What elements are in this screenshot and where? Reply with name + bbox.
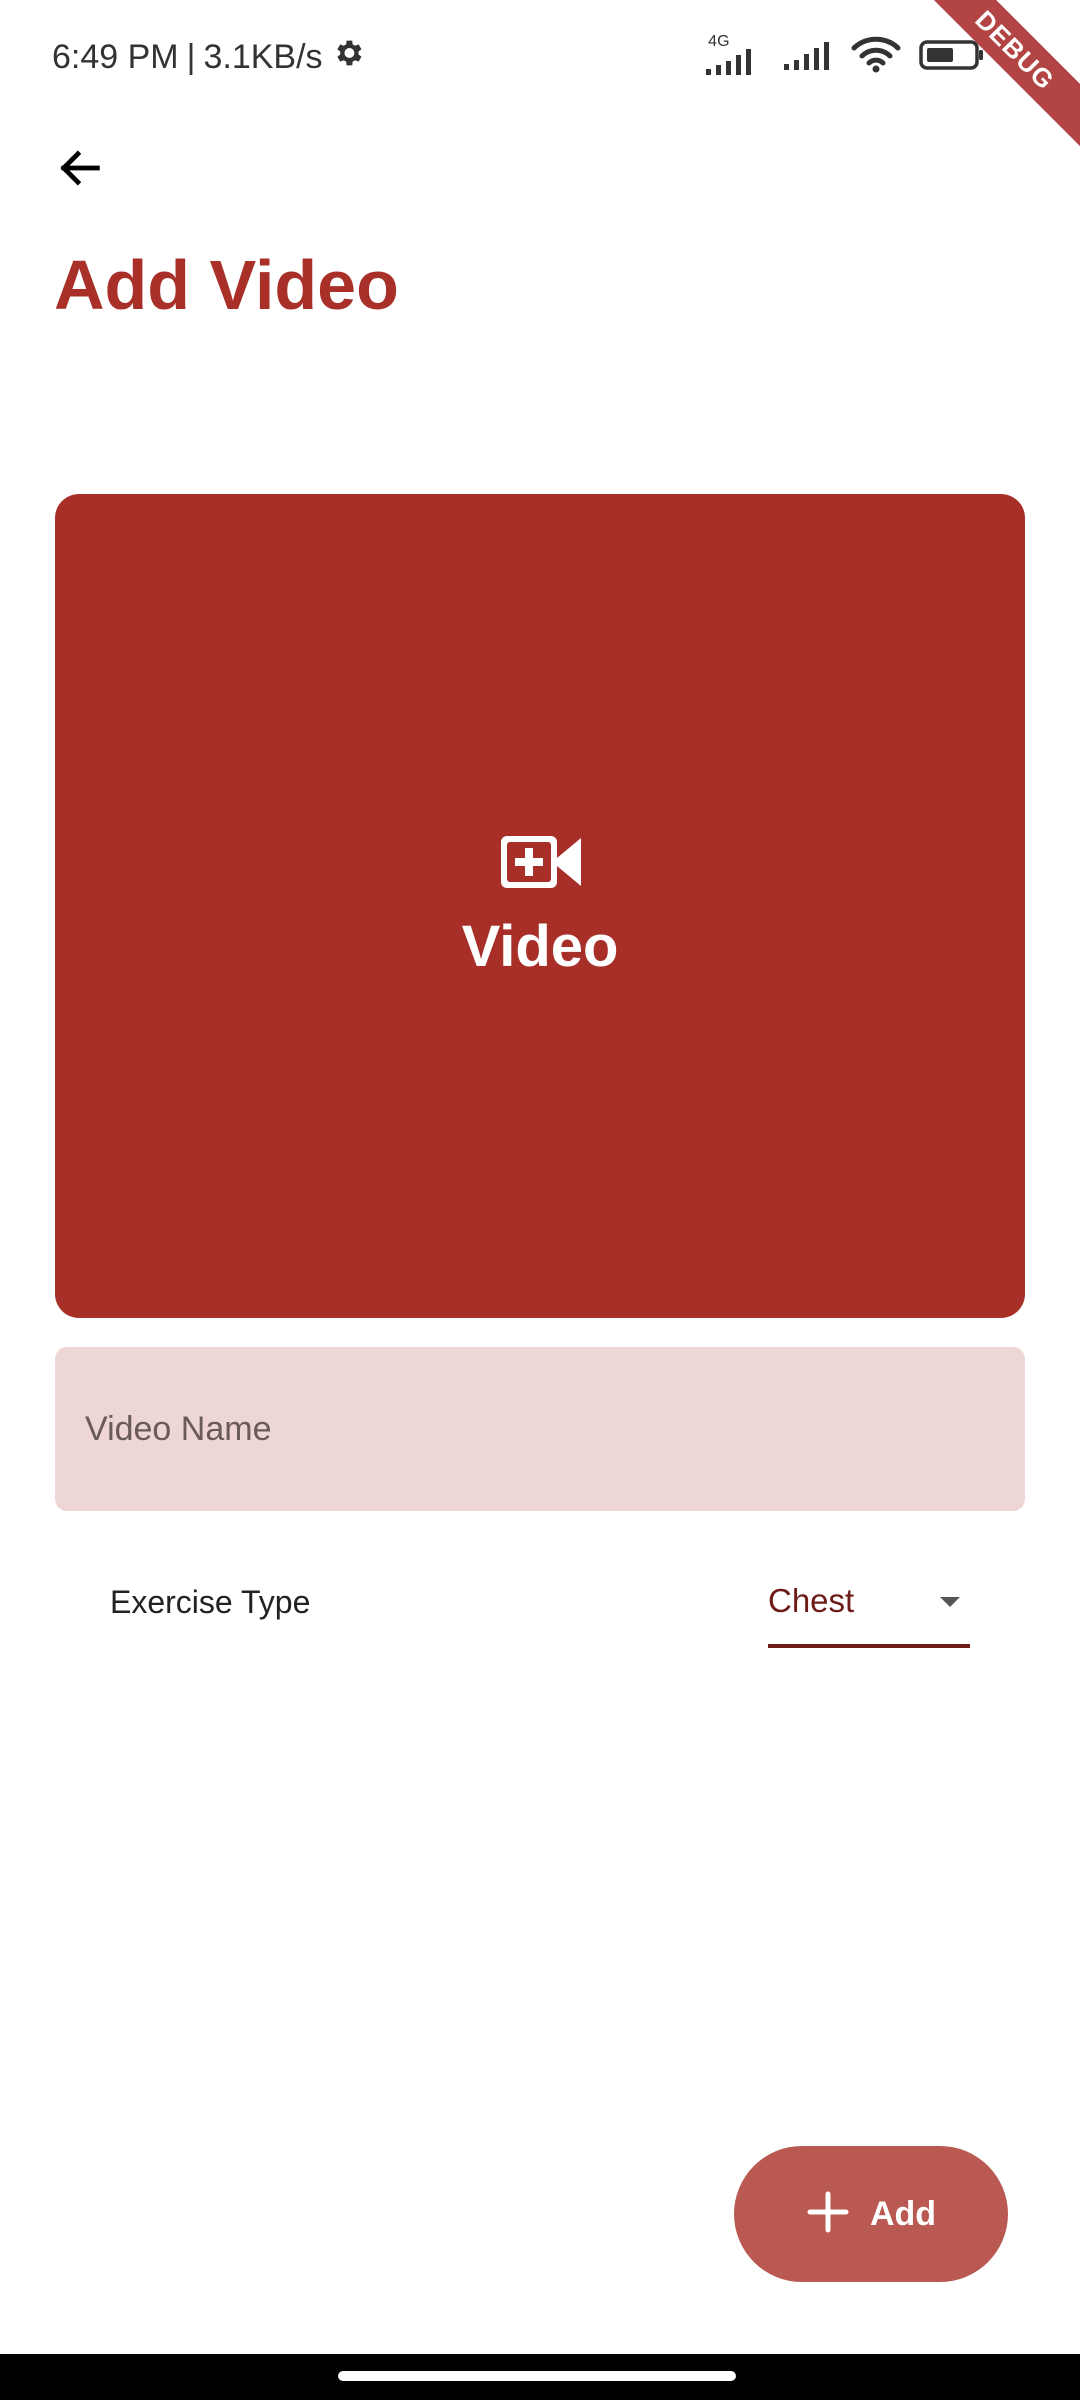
status-bar: 6:49 PM | 3.1KB/s 4G (0, 0, 1080, 115)
add-button-label: Add (869, 2194, 937, 2233)
exercise-type-dropdown[interactable]: Chest (768, 1576, 970, 1648)
page-title: Add Video (54, 246, 399, 324)
exercise-type-value: Chest (768, 1582, 855, 1619)
status-time: 6:49 PM (52, 38, 179, 76)
status-left: 6:49 PM | 3.1KB/s (52, 36, 365, 79)
exercise-type-label: Exercise Type (110, 1584, 311, 1620)
arrow-left-icon (54, 142, 106, 199)
settings-gear-icon (331, 36, 365, 79)
video-picker-card[interactable]: Video (55, 494, 1025, 1318)
network-speed: 3.1KB/s (203, 38, 323, 76)
video-camera-add-icon (497, 832, 583, 897)
video-picker-label: Video (461, 914, 619, 979)
wifi-icon (850, 34, 902, 83)
plus-icon (806, 2190, 850, 2239)
add-button[interactable]: Add (734, 2146, 1008, 2282)
cellular-4g-icon: 4G (702, 33, 766, 79)
home-indicator[interactable] (338, 2371, 736, 2381)
back-button[interactable] (40, 130, 120, 210)
video-name-input[interactable] (83, 1408, 997, 1450)
cellular-signal-icon (782, 34, 834, 83)
video-name-field[interactable] (55, 1347, 1025, 1511)
dropdown-arrow-icon (940, 1596, 960, 1614)
system-navigation-bar (0, 2354, 1080, 2400)
status-separator: | (186, 38, 196, 76)
